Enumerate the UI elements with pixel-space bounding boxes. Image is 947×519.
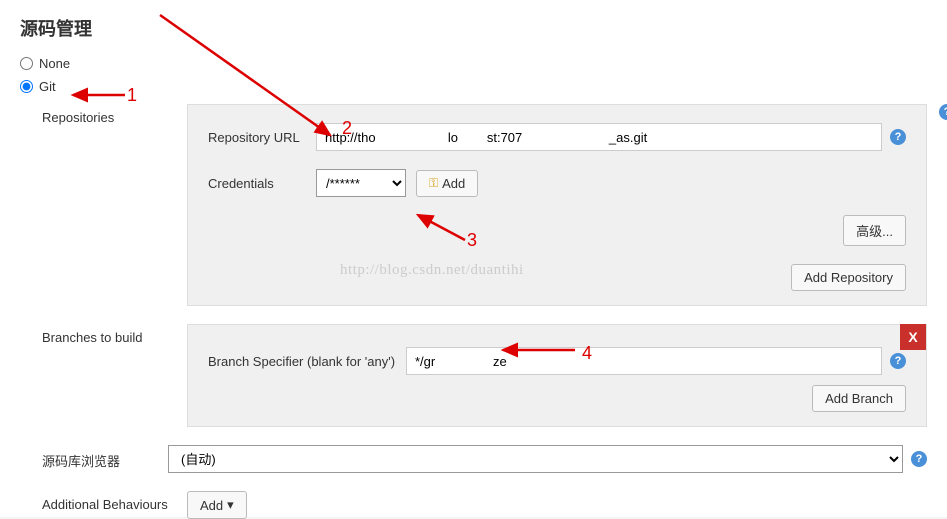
repo-url-input[interactable] [316, 123, 882, 151]
help-icon[interactable]: ? [911, 451, 927, 467]
branches-label: Branches to build [42, 324, 187, 345]
repositories-label: Repositories [42, 104, 187, 125]
advanced-button[interactable]: 高级... [843, 215, 906, 246]
help-icon[interactable]: ? [939, 104, 947, 120]
chevron-down-icon: ▾ [227, 497, 234, 513]
credentials-label: Credentials [208, 176, 316, 191]
repo-browser-label: 源码库浏览器 [42, 445, 168, 470]
help-icon[interactable]: ? [890, 353, 906, 369]
credentials-select[interactable]: /****** [316, 169, 406, 197]
branch-specifier-input[interactable] [406, 347, 882, 375]
help-icon[interactable]: ? [890, 129, 906, 145]
additional-label: Additional Behaviours [42, 491, 187, 512]
delete-branch-button[interactable]: X [900, 324, 926, 350]
scm-git-row[interactable]: Git [20, 79, 927, 94]
add-behaviour-label: Add [200, 498, 223, 513]
repo-browser-select[interactable]: (自动) [168, 445, 903, 473]
scm-none-radio[interactable] [20, 57, 33, 70]
add-repository-button[interactable]: Add Repository [791, 264, 906, 291]
branch-specifier-label: Branch Specifier (blank for 'any') [208, 354, 406, 369]
add-credentials-label: Add [442, 176, 465, 191]
scm-none-row[interactable]: None [20, 56, 927, 71]
add-branch-button[interactable]: Add Branch [812, 385, 906, 412]
repositories-box: Repository URL ? Credentials /****** ⚿ A… [187, 104, 927, 306]
key-icon: ⚿ [429, 176, 438, 191]
add-credentials-button[interactable]: ⚿ Add [416, 170, 478, 197]
branches-box: X Branch Specifier (blank for 'any') ? A… [187, 324, 927, 427]
scm-git-label: Git [39, 79, 56, 94]
add-behaviour-button[interactable]: Add ▾ [187, 491, 247, 519]
section-title: 源码管理 [20, 15, 927, 41]
scm-none-label: None [39, 56, 70, 71]
scm-git-radio[interactable] [20, 80, 33, 93]
repo-url-label: Repository URL [208, 130, 316, 145]
